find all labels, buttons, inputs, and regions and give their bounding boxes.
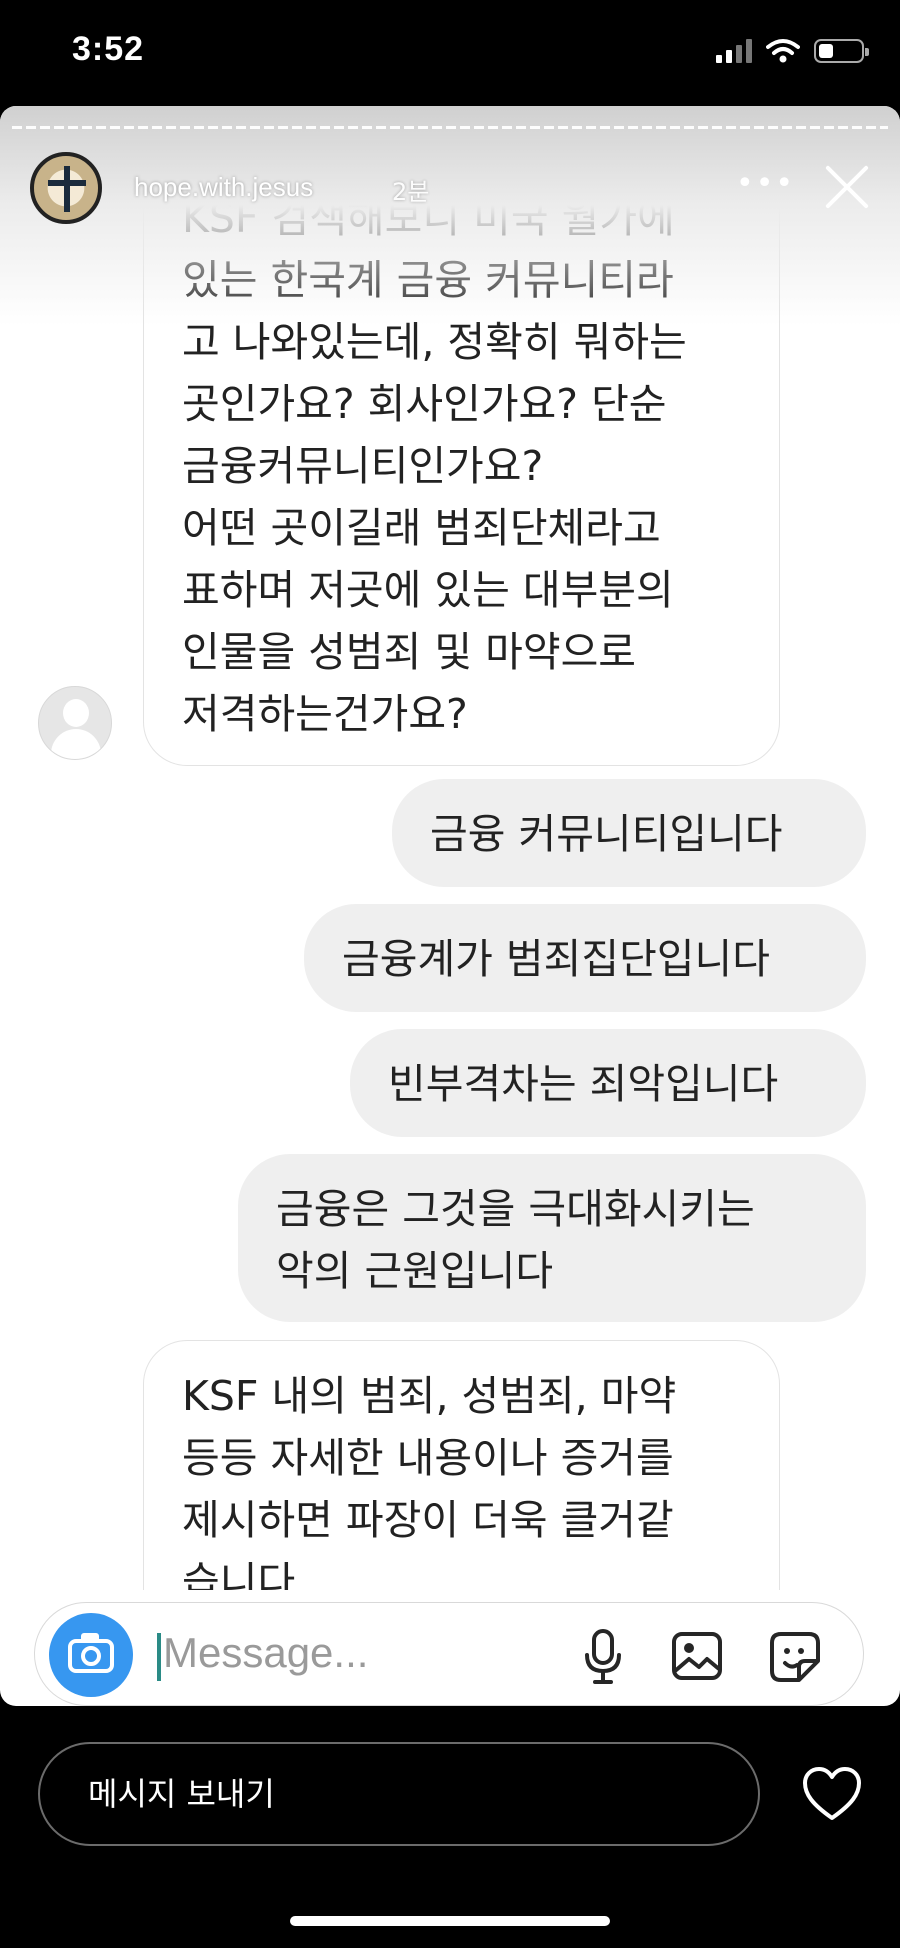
heart-icon[interactable] — [802, 1766, 862, 1822]
story-header: hope.with.jesus 2분 ••• — [0, 106, 900, 226]
status-bar: 3:52 — [0, 0, 900, 108]
battery-icon — [814, 39, 869, 63]
message-composer — [34, 1602, 864, 1706]
incoming-message-bubble: KSF 내의 범죄, 성범죄, 마약 등등 자세한 내용이나 증거를 제시하면 … — [143, 1340, 780, 1590]
close-icon[interactable] — [820, 160, 874, 214]
cellular-signal-icon — [716, 39, 752, 63]
gallery-icon[interactable] — [671, 1631, 723, 1681]
sender-avatar[interactable] — [38, 686, 112, 760]
cross-icon — [64, 166, 70, 212]
outgoing-message-bubble: 금융계가 범죄집단입니다 — [304, 904, 866, 1012]
profile-avatar[interactable] — [30, 152, 102, 224]
message-text: KSF 검색해보니 미국 월가에 있는 한국계 금융 커뮤니티라 고 나와있는데… — [182, 194, 687, 738]
wifi-icon — [766, 39, 800, 63]
story-reply-input[interactable] — [38, 1742, 760, 1846]
camera-icon[interactable] — [49, 1613, 133, 1697]
message-input[interactable] — [163, 1621, 583, 1685]
message-text: 금융 커뮤니티입니다 — [430, 810, 783, 858]
more-options-icon[interactable]: ••• — [736, 166, 795, 201]
story-card: KSF 검색해보니 미국 월가에 있는 한국계 금융 커뮤니티라 고 나와있는데… — [0, 106, 900, 1706]
outgoing-message-bubble: 금융은 그것을 극대화시키는 악의 근원입니다 — [238, 1154, 866, 1322]
message-text: 금융은 그것을 극대화시키는 악의 근원입니다 — [276, 1185, 755, 1295]
message-text: 빈부격차는 죄악입니다 — [388, 1060, 779, 1108]
sticker-icon[interactable] — [769, 1631, 821, 1683]
story-timestamp: 2분 — [392, 178, 430, 206]
message-text: KSF 내의 범죄, 성범죄, 마약 등등 자세한 내용이나 증거를 제시하면 … — [182, 1372, 677, 1590]
outgoing-message-bubble: 금융 커뮤니티입니다 — [392, 779, 866, 887]
incoming-message-bubble: KSF 검색해보니 미국 월가에 있는 한국계 금융 커뮤니티라 고 나와있는데… — [143, 162, 780, 766]
text-cursor — [157, 1633, 161, 1681]
home-indicator — [290, 1916, 610, 1926]
microphone-icon[interactable] — [583, 1629, 623, 1685]
status-icons — [716, 38, 869, 64]
outgoing-message-bubble: 빈부격차는 죄악입니다 — [350, 1029, 866, 1137]
status-time: 3:52 — [72, 30, 145, 68]
message-text: 금융계가 범죄집단입니다 — [342, 935, 770, 983]
chat-screenshot: KSF 검색해보니 미국 월가에 있는 한국계 금융 커뮤니티라 고 나와있는데… — [0, 106, 900, 1590]
story-username[interactable]: hope.with.jesus — [134, 172, 313, 203]
